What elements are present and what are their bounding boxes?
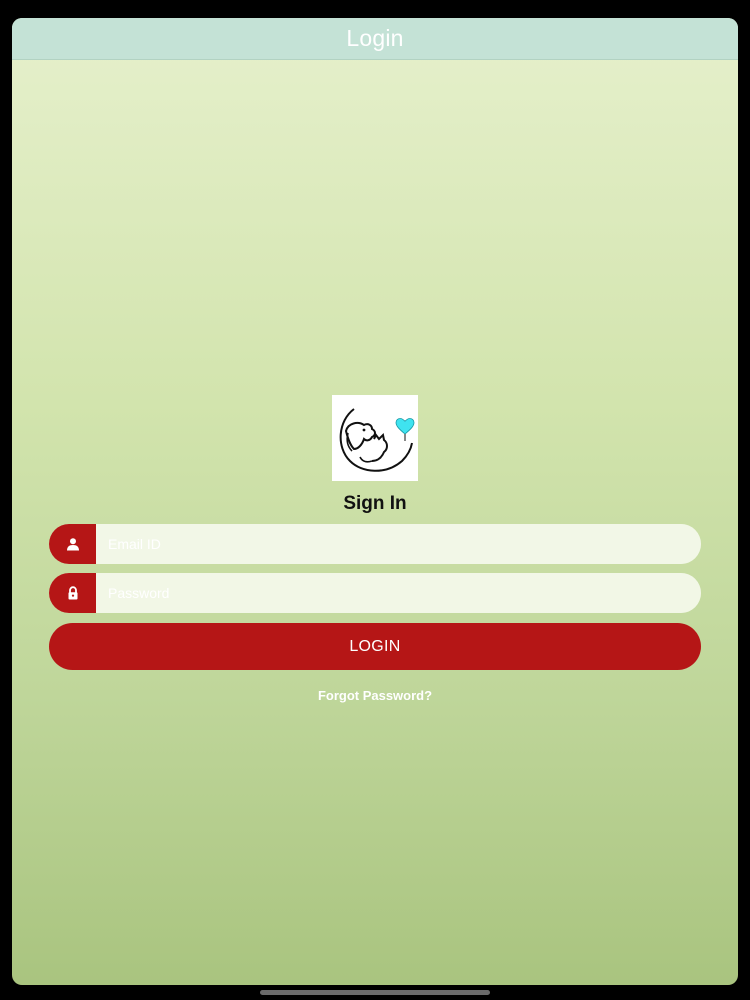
forgot-password-link[interactable]: Forgot Password? (12, 688, 738, 703)
password-field[interactable] (49, 573, 701, 613)
email-field[interactable] (49, 524, 701, 564)
page-title: Login (346, 25, 404, 51)
user-icon (49, 524, 96, 564)
sign-in-heading: Sign In (343, 493, 407, 514)
password-input[interactable] (96, 573, 701, 613)
navigation-bar: Login (12, 18, 738, 60)
lock-icon (49, 573, 96, 613)
login-button[interactable]: LOGIN (49, 623, 701, 670)
pet-logo-icon (332, 395, 418, 481)
app-screen: Login Sign In Email ID LOGIN Forgot Pass… (12, 18, 738, 985)
home-indicator[interactable] (260, 990, 490, 995)
email-input[interactable] (96, 524, 701, 564)
